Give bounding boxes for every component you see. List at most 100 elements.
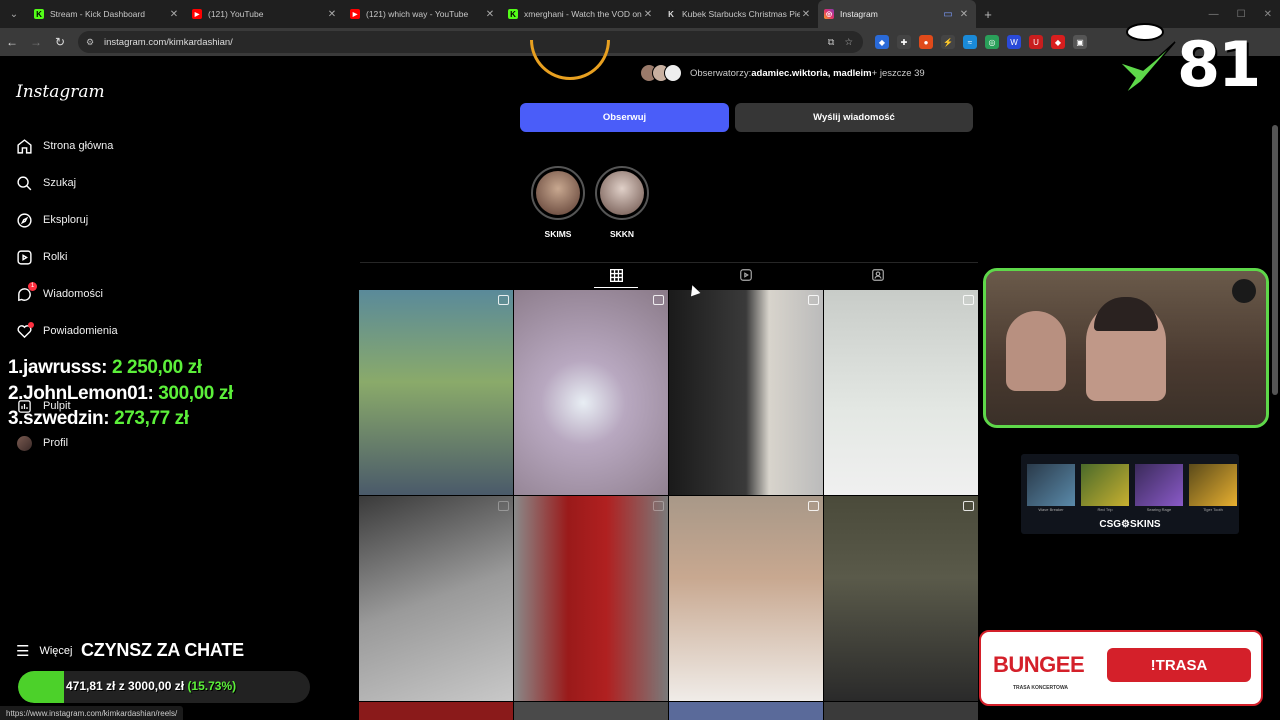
k-favicon-icon: K xyxy=(666,9,676,19)
browser-tab[interactable]: K Kubek Starbucks Christmas Pier ✕ xyxy=(660,0,818,28)
minimize-icon[interactable]: — xyxy=(1209,9,1219,20)
close-window-icon[interactable]: ✕ xyxy=(1264,9,1272,20)
tab-search-button[interactable]: ⌄ xyxy=(0,0,28,28)
reels-icon xyxy=(16,249,33,266)
install-icon[interactable]: ⧉ xyxy=(828,37,835,48)
extension-icon[interactable]: ▣ xyxy=(1073,35,1087,49)
post-tile[interactable] xyxy=(359,702,513,720)
nav-label: Szukaj xyxy=(43,177,77,189)
close-icon[interactable]: ✕ xyxy=(168,9,180,20)
reload-icon[interactable]: ↻ xyxy=(48,35,72,49)
reels-icon xyxy=(740,269,752,281)
goal-separator: z xyxy=(115,679,129,693)
extension-icon[interactable]: ≈ xyxy=(963,35,977,49)
carousel-icon xyxy=(963,295,974,305)
donor-amount: 300,00 zł xyxy=(158,382,233,404)
bungee-subtitle: TRASA KONCERTOWA xyxy=(1013,685,1068,691)
extension-icon[interactable]: ◆ xyxy=(875,35,889,49)
tagged-icon xyxy=(872,269,884,281)
nav-search[interactable]: Szukaj xyxy=(16,173,76,193)
browser-tab[interactable]: K Stream - Kick Dashboard ✕ xyxy=(28,0,186,28)
nav-messages[interactable]: 1 Wiadomości xyxy=(16,281,103,304)
message-button[interactable]: Wyślij wiadomość xyxy=(735,103,973,132)
profile-avatar-ring[interactable] xyxy=(530,40,610,80)
extension-icon[interactable]: W xyxy=(1007,35,1021,49)
close-icon[interactable]: ✕ xyxy=(484,9,496,20)
site-info-icon[interactable]: ⚙ xyxy=(86,37,98,48)
active-tab-indicator xyxy=(594,287,638,288)
instagram-logo[interactable]: Instagram xyxy=(16,82,105,102)
post-tile[interactable] xyxy=(824,496,978,701)
kick-icon: K xyxy=(34,9,44,19)
close-icon[interactable]: ✕ xyxy=(958,9,970,20)
browser-tab[interactable]: K xmerghani - Watch the VOD on ✕ xyxy=(502,0,660,28)
compass-icon xyxy=(16,212,33,229)
webcam-overlay xyxy=(983,268,1269,428)
carousel-icon xyxy=(653,501,664,511)
goal-percent: (15.73%) xyxy=(187,679,237,693)
nav-reels[interactable]: Rolki xyxy=(16,247,67,267)
close-icon[interactable]: ✕ xyxy=(326,9,338,20)
follow-button[interactable]: Obserwuj xyxy=(520,103,729,132)
maximize-icon[interactable]: ☐ xyxy=(1237,9,1246,20)
post-tile[interactable] xyxy=(669,290,823,495)
extension-icon[interactable]: ◎ xyxy=(985,35,999,49)
donor-amount: 2 250,00 zł xyxy=(112,357,202,378)
nav-label: Więcej xyxy=(39,645,73,657)
post-tile[interactable] xyxy=(359,496,513,701)
tab-title: (121) YouTube xyxy=(208,9,264,19)
highlight-skims[interactable]: SKIMS xyxy=(531,166,585,239)
forward-icon[interactable]: → xyxy=(24,35,48,49)
skin-item: Wave Breaker xyxy=(1027,464,1075,512)
skin-name: Tiger Tooth xyxy=(1203,507,1223,512)
skin-item: Tiger Tooth xyxy=(1189,464,1237,512)
nav-explore[interactable]: Eksploruj xyxy=(16,210,88,230)
highlight-cover xyxy=(595,166,649,220)
browser-tab-active[interactable]: ◎ Instagram ▭ ✕ xyxy=(818,0,976,28)
post-tile[interactable] xyxy=(669,702,823,720)
extension-icon[interactable]: ✚ xyxy=(897,35,911,49)
tagged-tab[interactable] xyxy=(870,267,886,283)
nav-home[interactable]: Strona główna xyxy=(16,136,113,156)
post-tile[interactable] xyxy=(514,290,668,495)
post-tile[interactable] xyxy=(514,702,668,720)
post-tile[interactable] xyxy=(514,496,668,701)
media-icon[interactable]: ▭ xyxy=(942,9,954,20)
close-icon[interactable]: ✕ xyxy=(800,9,812,20)
back-icon[interactable]: ← xyxy=(0,35,24,49)
browser-tab[interactable]: ▶ (121) which way - YouTube ✕ xyxy=(344,0,502,28)
kick-icon: K xyxy=(508,9,518,19)
nav-profile[interactable]: Profil xyxy=(16,433,68,453)
skin-item: Red Trip xyxy=(1081,464,1129,512)
skin-name: Wave Breaker xyxy=(1038,507,1064,512)
donor-row: 3.szwedzin: 273,77 zł xyxy=(8,406,233,432)
extension-icon[interactable]: ● xyxy=(919,35,933,49)
bookmark-star-icon[interactable]: ☆ xyxy=(844,37,853,48)
skin-item: Searing Rage xyxy=(1135,464,1183,512)
new-tab-button[interactable]: + xyxy=(976,7,1000,22)
post-tile[interactable] xyxy=(824,290,978,495)
donation-goal-text: 471,81 zł z 3000,00 zł (15.73%) xyxy=(66,679,236,693)
highlight-skkn[interactable]: SKKN xyxy=(595,166,649,239)
viewer-counter-overlay: 81 xyxy=(1115,22,1275,102)
tab-title: Stream - Kick Dashboard xyxy=(50,9,145,19)
donor-row: 1.jawrusss: 2 250,00 zł xyxy=(8,355,233,381)
close-icon[interactable]: ✕ xyxy=(642,9,654,20)
nav-more[interactable]: ☰ Więcej xyxy=(16,642,72,660)
extension-icon[interactable]: ◆ xyxy=(1051,35,1065,49)
ublock-icon[interactable]: U xyxy=(1029,35,1043,49)
unread-dot xyxy=(28,321,34,328)
posts-grid-tab[interactable] xyxy=(608,267,624,283)
nav-label: Profil xyxy=(43,437,69,449)
post-tile[interactable] xyxy=(824,702,978,720)
post-tile[interactable] xyxy=(359,290,513,495)
post-tile[interactable] xyxy=(669,496,823,701)
reels-tab[interactable] xyxy=(738,267,754,283)
followed-by[interactable]: Obserwatorzy: adamiec.wiktoria, madleim … xyxy=(640,64,925,82)
nav-notifications[interactable]: Powiadomienia xyxy=(16,321,118,341)
browser-tab[interactable]: ▶ (121) YouTube ✕ xyxy=(186,0,344,28)
extension-icon[interactable]: ⚡ xyxy=(941,35,955,49)
page-scrollbar[interactable] xyxy=(1272,125,1278,395)
address-bar[interactable]: ⚙ instagram.com/kimkardashian/ ⧉ ☆ xyxy=(78,31,863,53)
tab-title: xmerghani - Watch the VOD on xyxy=(524,9,642,19)
